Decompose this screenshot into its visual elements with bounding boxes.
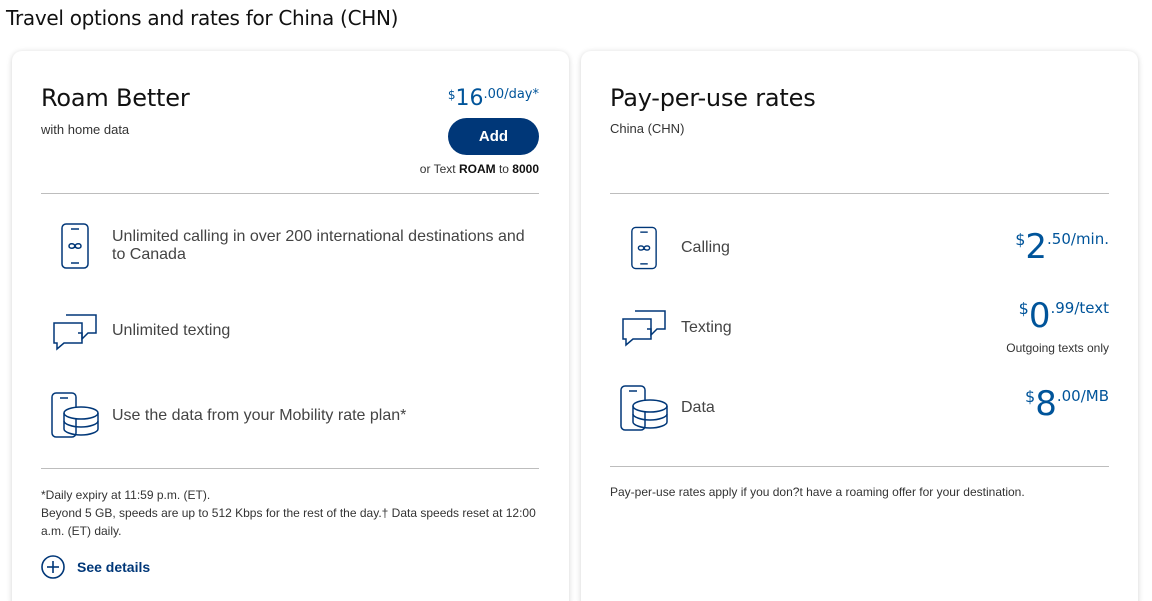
rate-note: Outgoing texts only bbox=[1006, 341, 1109, 355]
rate-whole: 8 bbox=[1035, 384, 1057, 424]
text-roam-instruction: or Text ROAM to 8000 bbox=[420, 162, 539, 176]
rate-currency: $ bbox=[1015, 230, 1026, 249]
phone-infinity-icon bbox=[50, 221, 100, 271]
see-details-link[interactable]: See details bbox=[41, 555, 150, 579]
rate-price: $0.99/text bbox=[1019, 299, 1109, 333]
rate-label: Texting bbox=[681, 319, 732, 336]
feature-item-data: Use the data from your Mobility rate pla… bbox=[50, 391, 550, 441]
divider bbox=[41, 193, 539, 194]
divider bbox=[41, 468, 539, 469]
plus-circle-icon bbox=[41, 555, 65, 579]
pay-per-use-note: Pay-per-use rates apply if you don?t hav… bbox=[610, 485, 1025, 499]
text-mid: to bbox=[495, 162, 513, 176]
rate-whole: 2 bbox=[1025, 227, 1048, 267]
feature-text: Use the data from your Mobility rate pla… bbox=[112, 407, 407, 424]
rate-row-calling: Calling $2.50/min. bbox=[619, 220, 1109, 276]
rate-whole: 0 bbox=[1028, 296, 1051, 336]
rate-rest: .99/text bbox=[1050, 299, 1109, 317]
roam-better-card: Roam Better with home data $16.00/day* A… bbox=[12, 51, 569, 601]
rate-rest: .00/MB bbox=[1056, 387, 1109, 405]
feature-text: Unlimited texting bbox=[112, 322, 231, 339]
rate-row-data: Data $8.00/MB bbox=[619, 381, 1109, 437]
chat-bubbles-icon bbox=[619, 299, 669, 355]
see-details-label: See details bbox=[77, 559, 151, 575]
text-prefix: or Text bbox=[419, 162, 459, 176]
pay-per-use-card: Pay-per-use rates China (CHN) Calling $2… bbox=[581, 51, 1138, 601]
rate-rest: .50/min. bbox=[1047, 230, 1109, 248]
add-button[interactable]: Add bbox=[448, 118, 539, 155]
price-rest: .00/day* bbox=[483, 87, 539, 102]
phone-infinity-icon bbox=[619, 220, 669, 276]
rate-currency: $ bbox=[1025, 387, 1036, 406]
pay-per-use-subtitle: China (CHN) bbox=[610, 121, 685, 136]
phone-data-icon bbox=[50, 391, 100, 441]
pay-per-use-title: Pay-per-use rates bbox=[610, 84, 816, 112]
text-keyword: ROAM bbox=[458, 162, 496, 176]
rate-price: $8.00/MB bbox=[1025, 387, 1109, 421]
chat-bubbles-icon bbox=[50, 306, 100, 356]
feature-item-texting: Unlimited texting bbox=[50, 306, 550, 356]
footnote: *Daily expiry at 11:59 p.m. (ET). Beyond… bbox=[41, 486, 546, 540]
phone-data-icon bbox=[619, 381, 669, 437]
rate-label: Data bbox=[681, 399, 715, 416]
roam-better-price: $16.00/day* bbox=[448, 86, 539, 111]
rate-price: $2.50/min. bbox=[1015, 230, 1109, 264]
rate-label: Calling bbox=[681, 239, 730, 256]
feature-item-calling: Unlimited calling in over 200 internatio… bbox=[50, 221, 550, 271]
rate-row-texting: Texting $0.99/text Outgoing texts only bbox=[619, 299, 1109, 357]
rate-currency: $ bbox=[1018, 299, 1029, 318]
divider bbox=[610, 466, 1109, 467]
page-title: Travel options and rates for China (CHN) bbox=[6, 6, 399, 30]
footnote-line: *Daily expiry at 11:59 p.m. (ET). bbox=[41, 488, 211, 502]
price-currency: $ bbox=[447, 88, 456, 102]
divider bbox=[610, 193, 1109, 194]
footnote-line: Beyond 5 GB, speeds are up to 512 Kbps f… bbox=[41, 506, 536, 538]
roam-better-title: Roam Better bbox=[41, 84, 190, 112]
roam-better-subtitle: with home data bbox=[41, 122, 130, 137]
feature-text: Unlimited calling in over 200 internatio… bbox=[112, 228, 525, 263]
text-number: 8000 bbox=[512, 162, 539, 176]
price-whole: 16 bbox=[455, 86, 484, 111]
